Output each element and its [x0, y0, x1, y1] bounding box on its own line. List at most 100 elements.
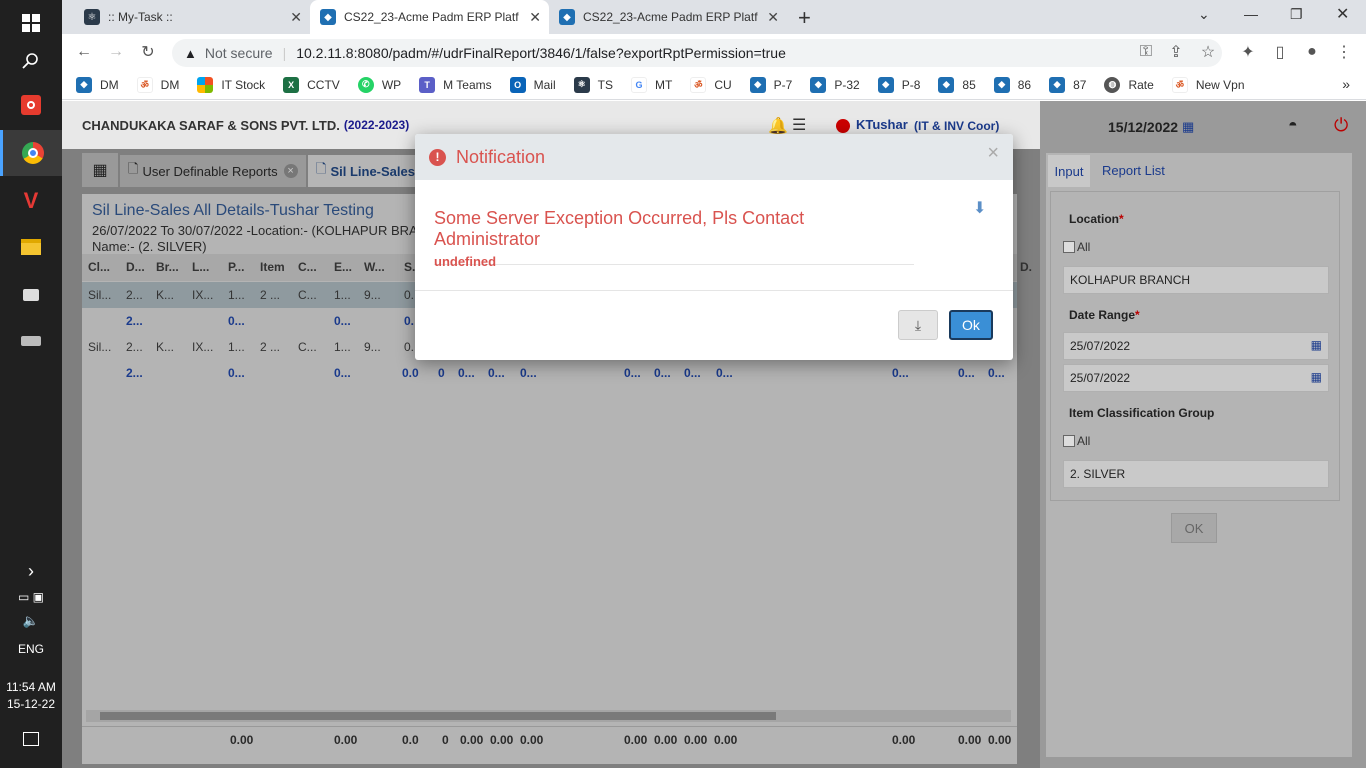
dialog-message: Some Server Exception Occurred, Pls Cont…: [434, 208, 914, 265]
microsoft-icon: [197, 76, 214, 93]
back-icon[interactable]: ←: [72, 40, 96, 64]
printer-icon[interactable]: [0, 272, 62, 318]
react-icon: ⚛: [573, 76, 590, 93]
bookmark-cctv[interactable]: X CCTV: [283, 76, 340, 93]
bookmark-ts[interactable]: ⚛ TS: [573, 76, 613, 93]
logo-icon: ॐ: [690, 76, 707, 93]
bookmark-dm-2[interactable]: ॐ DM: [136, 76, 180, 93]
browser-tab-active[interactable]: ◆ CS22_23-Acme Padm ERP Platfor ✕: [310, 0, 549, 34]
bookmark-wp[interactable]: ✆ WP: [357, 76, 402, 93]
close-icon[interactable]: ×: [987, 142, 999, 165]
chrome-taskbar-icon[interactable]: [0, 130, 62, 176]
search-icon[interactable]: [0, 38, 62, 84]
bookmark-dm[interactable]: ◆ DM: [76, 76, 119, 93]
bookmarks-overflow-icon[interactable]: »: [1342, 76, 1350, 92]
close-icon[interactable]: ✕: [767, 9, 779, 26]
erp-icon: ◆: [993, 76, 1010, 93]
new-tab-icon[interactable]: +: [798, 5, 811, 31]
chevron-down-icon[interactable]: ⌄: [1198, 6, 1210, 23]
scanner-icon[interactable]: [0, 318, 62, 364]
erp-icon: ◆: [749, 76, 766, 93]
menu-icon[interactable]: ⋮: [1332, 40, 1356, 64]
window-close-icon[interactable]: ✕: [1336, 4, 1349, 24]
erp-icon: ◆: [938, 76, 955, 93]
language-indicator[interactable]: ENG: [0, 642, 62, 656]
bookmark-label: 86: [1017, 77, 1032, 92]
clock-time[interactable]: 11:54 AM: [0, 680, 62, 694]
browser-toolbar: ← → ↻ ▲ Not secure | 10.2.11.8:8080/padm…: [62, 34, 1366, 70]
key-icon[interactable]: ⚿: [1134, 40, 1158, 64]
reload-icon[interactable]: ↻: [136, 40, 160, 64]
bookmark-p-32[interactable]: ◆ P-32: [810, 76, 860, 93]
erp-icon: ◆: [320, 9, 336, 25]
security-label[interactable]: Not secure: [205, 45, 273, 61]
tab-title: CS22_23-Acme Padm ERP Platfor: [583, 10, 758, 24]
close-icon[interactable]: ✕: [529, 9, 541, 26]
bookmark-label: New Vpn: [1195, 77, 1245, 92]
restore-icon[interactable]: ❐: [1290, 6, 1303, 23]
bookmark-label: CU: [714, 77, 732, 92]
minimize-icon[interactable]: —: [1244, 6, 1258, 22]
url-text[interactable]: 10.2.11.8:8080/padm/#/udrFinalReport/384…: [296, 45, 786, 61]
react-icon: ⚛: [84, 9, 100, 25]
extensions-icon[interactable]: ✦: [1236, 40, 1260, 64]
share-icon[interactable]: ⇪: [1164, 40, 1188, 64]
bookmark-mail[interactable]: O Mail: [509, 76, 556, 93]
erp-icon: ◆: [1049, 76, 1066, 93]
download-icon: ⤓: [914, 316, 922, 333]
bookmark-mt[interactable]: G MT: [630, 76, 672, 93]
arrow-down-icon[interactable]: ⬇: [973, 198, 986, 218]
bookmark-label: DM: [160, 77, 180, 92]
bookmark-p-7[interactable]: ◆ P-7: [749, 76, 792, 93]
erp-icon: ◆: [810, 76, 827, 93]
notification-dialog: ! Notification × Some Server Exception O…: [415, 134, 1013, 360]
bookmark-label: M Teams: [443, 77, 492, 92]
logo-icon: ॐ: [1171, 76, 1188, 93]
dialog-title: Notification: [456, 146, 546, 167]
bookmark-p-8[interactable]: ◆ P-8: [877, 76, 920, 93]
tab-title: CS22_23-Acme Padm ERP Platfor: [344, 10, 519, 24]
bookmark-label: CCTV: [307, 77, 340, 92]
browser-tabstrip: ⚛ :: My-Task :: ✕ ◆ CS22_23-Acme Padm ER…: [62, 0, 1366, 34]
download-button[interactable]: ⤓: [898, 310, 938, 340]
star-icon[interactable]: ☆: [1196, 40, 1220, 64]
bookmark-rate[interactable]: ◍ Rate: [1104, 76, 1154, 93]
warning-icon[interactable]: ▲: [184, 46, 197, 61]
bookmark-it-stock[interactable]: IT Stock: [197, 76, 266, 93]
browser-tab[interactable]: ⚛ :: My-Task :: ✕: [74, 0, 310, 34]
outlook-icon: O: [509, 76, 526, 93]
dialog-header: ! Notification ×: [415, 134, 1013, 180]
globe-icon: ◍: [1104, 76, 1121, 93]
bookmark-m-teams[interactable]: T M Teams: [419, 76, 492, 93]
bookmark-87[interactable]: ◆ 87: [1049, 76, 1087, 93]
address-bar[interactable]: ▲ Not secure | 10.2.11.8:8080/padm/#/udr…: [172, 39, 1222, 67]
forward-icon[interactable]: →: [104, 40, 128, 64]
volume-icon[interactable]: 🔈: [0, 598, 62, 644]
bookmark-label: 87: [1073, 77, 1087, 92]
bookmark-label: IT Stock: [221, 77, 266, 92]
app-v-icon[interactable]: V: [0, 178, 62, 224]
dialog-ok-button[interactable]: Ok: [949, 310, 993, 340]
windows-taskbar: V › ▭ ▣ 🔈 ENG 11:54 AM 15-12-22: [0, 0, 62, 768]
bookmark-label: WP: [381, 77, 402, 92]
bookmark-cu[interactable]: ॐ CU: [690, 76, 732, 93]
excel-icon: X: [283, 76, 300, 93]
notification-icon[interactable]: [0, 716, 62, 762]
divider: [415, 290, 1013, 291]
side-panel-icon[interactable]: ▯: [1268, 40, 1292, 64]
profile-icon[interactable]: ●: [1300, 40, 1324, 64]
bookmarks-bar: ◆ DM ॐ DM IT Stock X CCTV ✆ WP T M Teams O Mai…: [62, 70, 1366, 100]
bookmark-85[interactable]: ◆ 85: [938, 76, 976, 93]
app-red-icon[interactable]: [0, 82, 62, 128]
browser-tab[interactable]: ◆ CS22_23-Acme Padm ERP Platfor ✕: [549, 0, 787, 34]
erp-icon: ◆: [76, 76, 92, 93]
erp-icon: ◆: [559, 9, 575, 25]
error-icon: !: [429, 148, 446, 166]
google-icon: G: [630, 76, 647, 93]
close-icon[interactable]: ✕: [290, 9, 302, 26]
bookmark-new-vpn[interactable]: ॐ New Vpn: [1171, 76, 1245, 93]
logo-icon: ॐ: [136, 76, 153, 93]
clock-date[interactable]: 15-12-22: [0, 697, 62, 711]
bookmark-86[interactable]: ◆ 86: [993, 76, 1032, 93]
file-explorer-icon[interactable]: [0, 224, 62, 270]
